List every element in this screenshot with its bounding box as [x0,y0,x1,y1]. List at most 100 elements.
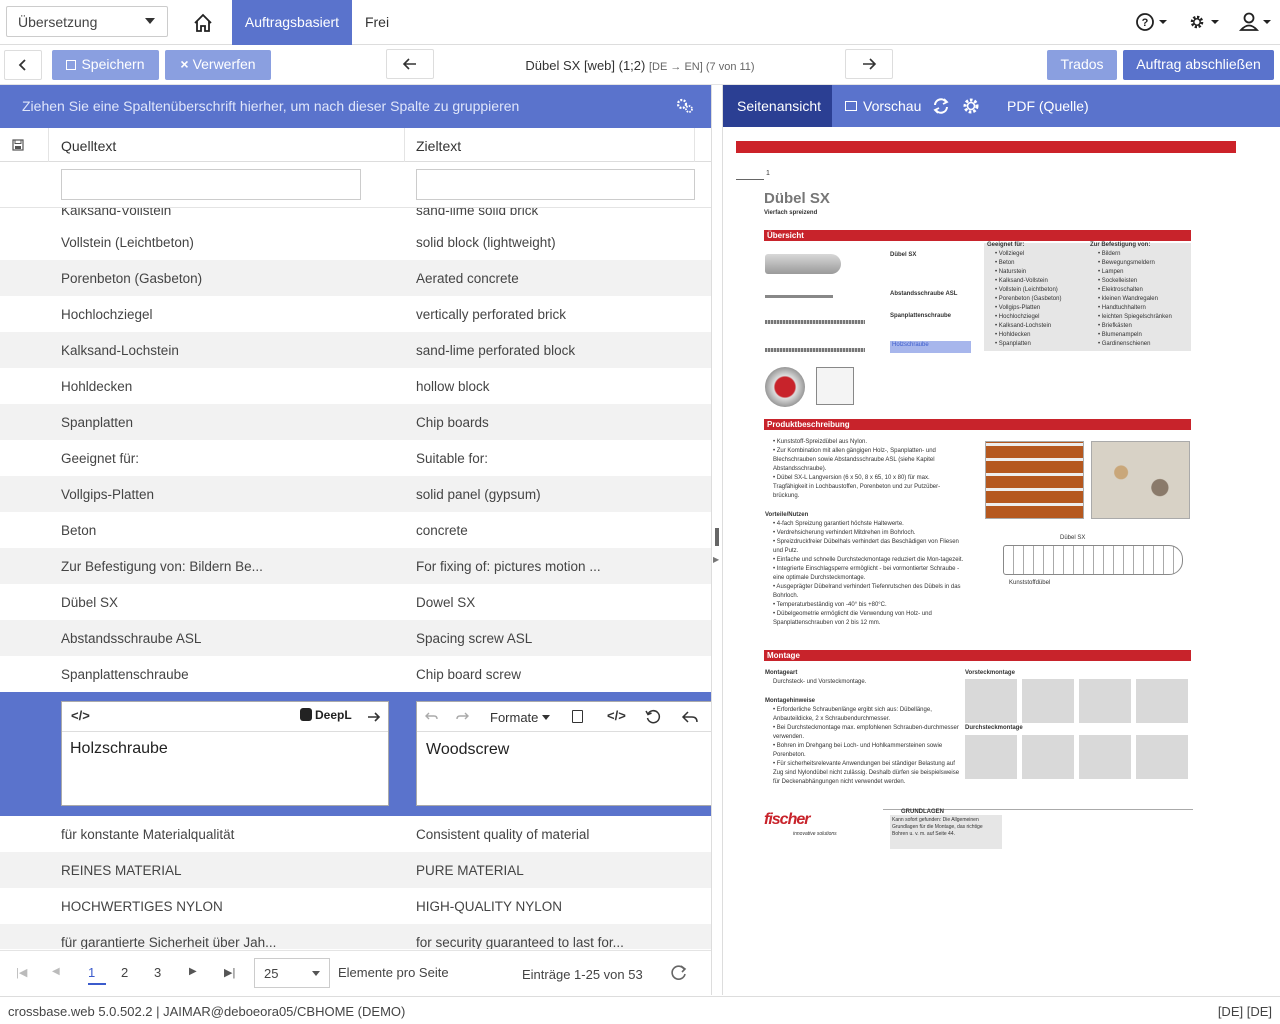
table-row[interactable]: Zur Befestigung von: Bildern Be... For fi… [0,548,711,584]
user-menu-button[interactable] [1238,10,1276,36]
previous-segment-button[interactable] [386,49,434,79]
source-editor[interactable]: </> DeepL Holzschraube [61,701,389,806]
list-item: • Temperaturbeständig von -40° bis +80°C… [773,602,887,608]
arrow-right-icon[interactable] [366,709,382,725]
last-page-icon[interactable]: ▶| [224,966,235,979]
page-button-1[interactable]: 1 [88,965,106,985]
expand-arrow-icon[interactable]: ▶ [713,555,719,564]
reset-icon[interactable] [645,709,661,725]
first-page-icon[interactable]: |◀ [16,966,27,979]
page-button-2[interactable]: 2 [121,965,128,980]
redo-icon[interactable] [455,710,469,724]
page-button-3[interactable]: 3 [154,965,161,980]
table-row[interactable]: Geeignet für: Suitable for: [0,440,711,476]
code-view-icon[interactable]: </> [71,708,90,723]
mode-select[interactable]: Übersetzung [6,6,168,37]
list-item: • Hohldecken [995,332,1031,338]
refresh-icon[interactable] [931,96,951,116]
table-row[interactable]: HOCHWERTIGES NYLON HIGH-QUALITY NYLON [0,888,711,924]
split-divider[interactable]: ▶ [711,85,723,995]
back-button[interactable] [4,50,42,80]
target-editor-toolbar: Formate </> [417,702,711,732]
table-row[interactable]: Abstandsschraube ASL Spacing screw ASL [0,620,711,656]
table-row[interactable]: Vollgips-Platten solid panel (gypsum) [0,476,711,512]
home-button[interactable] [186,10,220,36]
list-item: • Bei Durchsteckmontage max. empfohlenen… [773,725,959,740]
diagram-label: Dübel SX [1060,535,1086,541]
product-description: • Kunststoff-Spreizdübel aus Nylon. • Zur… [765,438,965,501]
source-cell: Kalksand-Vollstein [61,208,172,218]
target-cell: sand-lime perforated block [416,343,576,358]
next-segment-button[interactable] [845,49,893,79]
table-row[interactable]: Porenbeton (Gasbeton) Aerated concrete [0,260,711,296]
table-row[interactable]: REINES MATERIAL PURE MATERIAL [0,852,711,888]
fix-list: • Bildern • Bewegungsmeldern • Lampen • Soc… [1090,250,1172,349]
paste-icon[interactable] [572,710,583,723]
prev-page-icon[interactable]: ◀ [52,966,60,977]
target-editor[interactable]: Formate </> Woodscrew [416,701,711,806]
group-by-panel[interactable]: Ziehen Sie eine Spaltenüberschrift hierh… [0,85,711,128]
quality-seal-image [765,367,805,407]
montageart-text: Durchsteck- und Vorsteckmontage. [773,679,867,685]
page-size-select[interactable]: 25 [254,958,330,988]
table-row[interactable]: Spanplatten Chip boards [0,404,711,440]
table-row[interactable]: für konstante Materialqualität Consistent… [0,816,711,852]
table-row[interactable]: Hochlochziegel vertically perforated bric… [0,296,711,332]
arrow-right-icon [863,58,877,70]
table-row[interactable]: Hohldecken hollow block [0,368,711,404]
reply-icon[interactable] [681,709,699,725]
tab-preview[interactable]: Vorschau [845,85,925,127]
tab-auftragsbasiert[interactable]: Auftragsbasiert [232,0,352,45]
source-cell: Vollgips-Platten [61,487,155,502]
discard-button[interactable]: × Verwerfen [165,50,271,80]
target-filter-input[interactable] [416,169,695,200]
tab-frei[interactable]: Frei [352,0,402,45]
save-button[interactable]: Speichern [52,50,159,80]
refresh-icon[interactable] [670,964,688,982]
filter-row [0,162,711,208]
gear-icon[interactable] [675,97,695,115]
settings-button[interactable] [1186,10,1224,36]
grundlagen-text: Kann sofort gefunden: Die Allgemeinen Gr… [892,817,983,837]
next-page-icon[interactable]: ▶ [189,966,197,977]
table-row[interactable]: Spanplattenschraube Chip board screw [0,656,711,692]
save-icon [66,60,77,70]
table-row[interactable]: für garantierte Sicherheit über Jah... fo… [0,924,711,949]
help-button[interactable]: ? [1134,10,1172,36]
save-status-icon [12,139,24,151]
target-cell: PURE MATERIAL [416,863,524,878]
table-row[interactable]: Kalksand-Lochstein sand-lime perforated b… [0,332,711,368]
column-header-source[interactable]: Quelltext [61,138,116,154]
trados-label: Trados [1060,56,1104,72]
section-product: Produktbeschreibung [764,419,1191,430]
list-item: • Beton [995,260,1015,266]
tab-pdf-source[interactable]: PDF (Quelle) [1007,85,1097,127]
deepl-button[interactable]: DeepL [300,708,352,722]
vorsteck-steps-image [965,679,1188,723]
source-cell: Hohldecken [61,379,133,394]
gear-icon[interactable] [961,96,981,116]
svg-text:?: ? [1142,17,1149,29]
list-item: • Sockelleisten [1098,278,1138,284]
finish-order-label: Auftrag abschließen [1136,56,1261,72]
table-row[interactable]: Beton concrete [0,512,711,548]
source-filter-input[interactable] [61,169,361,200]
source-text: Holzschraube [70,740,168,757]
diagram-sublabel: Kunststoffdübel [1009,580,1051,586]
document-title: Dübel SX [web] (1;2) [DE → EN] (7 von 11… [525,58,755,73]
list-item: • Erforderliche Schraubenlänge ergibt si… [773,707,932,722]
resize-handle[interactable] [715,528,719,546]
column-header-target[interactable]: Zieltext [416,138,461,154]
list-item: • Spanplatten [995,341,1031,347]
table-row[interactable]: Dübel SX Dowel SX [0,584,711,620]
code-view-icon[interactable]: </> [607,708,626,723]
source-cell: Hochlochziegel [61,307,153,322]
source-cell: Vollstein (Leichtbeton) [61,235,194,250]
formats-dropdown[interactable]: Formate [490,710,551,725]
tab-page-view[interactable]: Seitenansicht [723,85,832,127]
page-rule [736,179,764,180]
undo-icon[interactable] [425,710,439,724]
trados-button[interactable]: Trados [1047,50,1117,80]
finish-order-button[interactable]: Auftrag abschließen [1123,50,1274,80]
table-row[interactable]: Vollstein (Leichtbeton) solid block (ligh… [0,224,711,260]
